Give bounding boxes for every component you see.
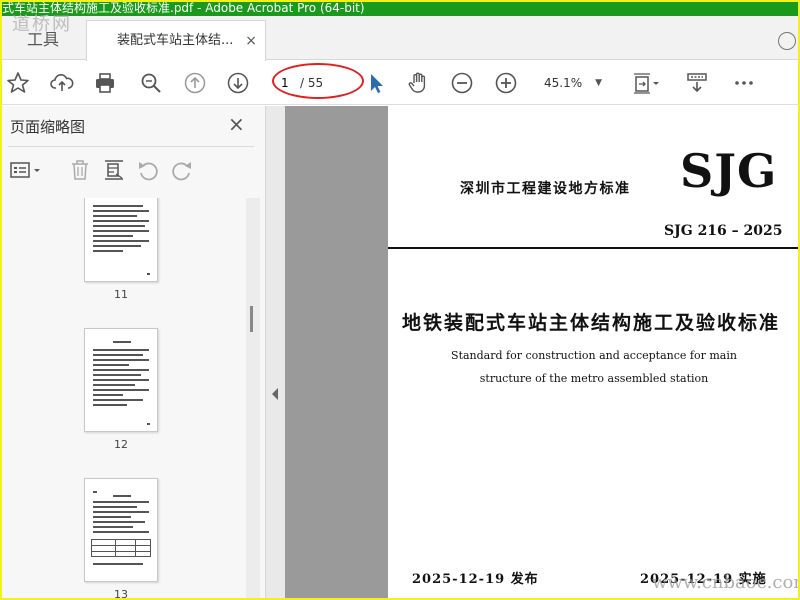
more-icon[interactable]	[730, 69, 758, 97]
panel-title: 页面缩略图	[10, 118, 86, 136]
rotate-right-icon[interactable]	[170, 158, 194, 182]
select-arrow-icon[interactable]	[362, 69, 390, 97]
hand-icon[interactable]	[404, 69, 432, 97]
page-thumbnails-panel: 页面缩略图 × 11 12 13	[0, 106, 266, 600]
zoom-dropdown[interactable]: 45.1% ▼	[538, 70, 608, 96]
page-thumbnail[interactable]	[84, 198, 158, 282]
tab-document-label: 装配式车站主体结...	[117, 33, 234, 48]
page-thumbnail[interactable]	[84, 328, 158, 432]
tab-bar: 工具 装配式车站主体结... ×	[0, 16, 800, 61]
zoom-in-icon[interactable]	[492, 69, 520, 97]
scroll-mode-icon[interactable]	[683, 69, 711, 97]
standard-category: 深圳市工程建设地方标准	[460, 181, 631, 197]
thumbnail-page-number: 12	[114, 438, 128, 451]
document-title-cn: 地铁装配式车站主体结构施工及验收标准	[402, 312, 781, 334]
window-title: 式车站主体结构施工及验收标准.pdf - Adobe Acrobat Pro (…	[0, 0, 800, 16]
red-highlight-ellipse	[272, 63, 364, 99]
watermark-url: www.cnbaoc.com	[652, 572, 800, 593]
insert-page-icon[interactable]	[102, 158, 126, 182]
page-down-icon[interactable]	[224, 69, 252, 97]
main-toolbar: / 55 45.1% ▼	[0, 61, 800, 105]
thumbnail-page-number: 11	[114, 288, 128, 301]
standard-code: SJG 216 – 2025	[664, 223, 783, 239]
tab-close-icon[interactable]: ×	[245, 21, 257, 61]
chevron-down-icon: ▼	[595, 78, 602, 88]
page-thumbnail[interactable]	[84, 478, 158, 582]
help-icon[interactable]	[778, 32, 796, 50]
thumbnail-scrollbar[interactable]	[246, 198, 260, 600]
panel-close-icon[interactable]: ×	[228, 112, 245, 136]
panel-toolbar	[0, 152, 266, 188]
upload-cloud-icon[interactable]	[48, 69, 76, 97]
watermark-logo-text: 道桥网	[12, 14, 72, 35]
document-title-en-line2: structure of the metro assembled station	[479, 372, 709, 385]
print-icon[interactable]	[91, 69, 119, 97]
page-up-icon[interactable]	[181, 69, 209, 97]
scrollbar-handle[interactable]	[250, 306, 253, 332]
panel-divider	[8, 146, 254, 147]
standard-logo: SJG	[680, 144, 778, 198]
star-icon[interactable]	[4, 69, 32, 97]
document-title-en-line1: Standard for construction and acceptance…	[451, 349, 737, 362]
zoom-value: 45.1%	[544, 76, 583, 90]
pdf-page: 深圳市工程建设地方标准 SJG SJG 216 – 2025 地铁装配式车站主体…	[388, 106, 800, 600]
rotate-left-icon[interactable]	[136, 158, 160, 182]
fit-page-icon[interactable]	[630, 69, 664, 97]
issue-date: 2025-12-19 发布	[412, 572, 539, 587]
thumbnail-list: 11 12 13	[0, 198, 244, 600]
header-rule	[388, 247, 800, 249]
collapse-panel-icon[interactable]	[272, 388, 278, 400]
tab-document[interactable]: 装配式车站主体结... ×	[86, 20, 266, 61]
page-gutter	[285, 106, 388, 600]
zoom-search-icon[interactable]	[137, 69, 165, 97]
options-menu-icon[interactable]	[10, 158, 44, 182]
zoom-out-icon[interactable]	[448, 69, 476, 97]
thumbnail-page-number: 13	[114, 588, 128, 600]
delete-page-icon[interactable]	[68, 158, 92, 182]
